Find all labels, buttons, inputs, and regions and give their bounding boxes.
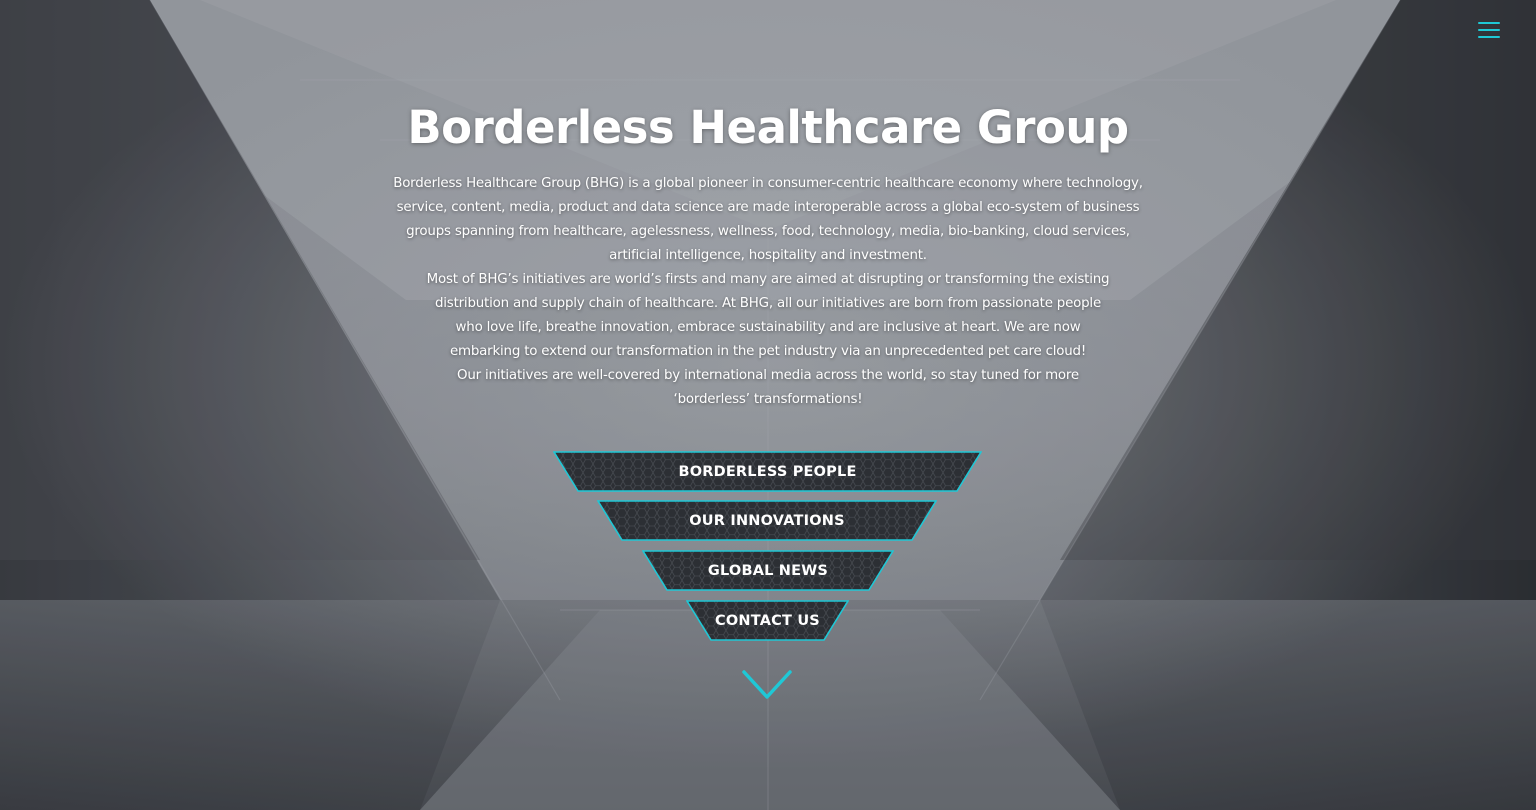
global-news-button[interactable]: GLOBAL NEWS: [642, 550, 894, 591]
hero-description: Borderless Healthcare Group (BHG) is a g…: [388, 172, 1148, 412]
menu-bar: [1478, 22, 1500, 24]
description-paragraph-2: Most of BHG’s initiatives are world’s fi…: [426, 272, 1110, 359]
description-paragraph-3: Our initiatives are well-covered by inte…: [457, 368, 1079, 407]
chevron-down-icon[interactable]: [741, 668, 793, 702]
hamburger-menu-icon[interactable]: [1478, 22, 1500, 40]
menu-bar: [1478, 29, 1500, 31]
button-label: BORDERLESS PEOPLE: [678, 463, 857, 480]
button-label: GLOBAL NEWS: [707, 562, 829, 579]
description-paragraph-1: Borderless Healthcare Group (BHG) is a g…: [393, 176, 1143, 263]
contact-us-button[interactable]: CONTACT US: [686, 600, 849, 641]
button-label: CONTACT US: [715, 612, 820, 629]
our-innovations-button[interactable]: OUR INNOVATIONS: [597, 500, 937, 541]
borderless-people-button[interactable]: BORDERLESS PEOPLE: [553, 451, 982, 492]
menu-bar: [1478, 36, 1500, 38]
button-label: OUR INNOVATIONS: [689, 512, 845, 529]
page-title: Borderless Healthcare Group: [407, 101, 1129, 154]
